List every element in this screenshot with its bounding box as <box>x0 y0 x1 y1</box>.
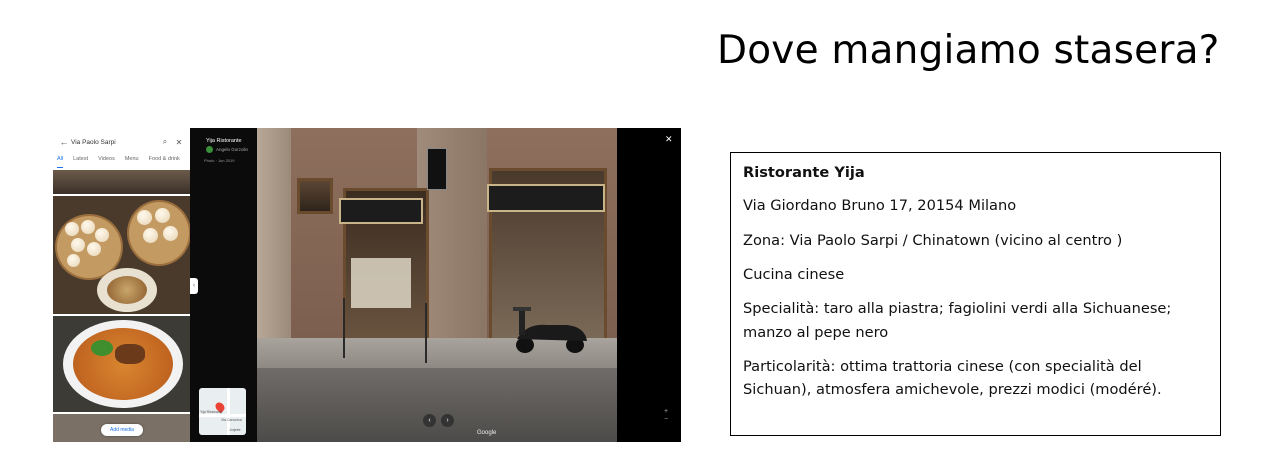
photos-panel: ← Via Paolo Sarpi ⌕ ✕ All Latest Videos … <box>53 128 190 442</box>
tab-videos[interactable]: Videos <box>98 156 115 168</box>
restaurant-name: Ristorante Yija <box>743 164 865 181</box>
slide-title: Dove mangiamo stasera? <box>717 28 1220 73</box>
viewer-right-margin <box>617 128 681 442</box>
place-panel: Yija Ristorante Angelo Gorzolin Photo · … <box>190 128 270 442</box>
mini-map[interactable]: Yija Ristorante Via Canonica Jurjeetr <box>199 388 246 435</box>
tab-food-drink[interactable]: Food & drink <box>149 156 180 168</box>
google-watermark: Google <box>477 430 497 436</box>
street-view-photo[interactable]: ‹ › Google <box>257 128 617 442</box>
close-icon[interactable]: ✕ <box>172 138 186 147</box>
map-label: Yija Ristorante <box>200 410 223 414</box>
close-viewer-icon[interactable]: ✕ <box>665 134 673 145</box>
restaurant-specialties: Specialità: taro alla piastra; fagiolini… <box>743 300 1172 341</box>
author-name[interactable]: Angelo Gorzolin <box>216 147 248 152</box>
restaurant-zone: Zona: Via Paolo Sarpi / Chinatown (vicin… <box>743 231 1123 249</box>
restaurant-address: Via Giordano Bruno 17, 20154 Milano <box>743 197 1017 215</box>
search-query[interactable]: Via Paolo Sarpi <box>71 139 158 146</box>
map-label: Via Canonica <box>221 418 242 422</box>
tab-latest[interactable]: Latest <box>73 156 88 168</box>
next-arrow-icon[interactable]: › <box>441 414 454 427</box>
restaurant-cuisine: Cucina cinese <box>743 266 845 284</box>
photo-date: Photo · Jun 2019 <box>204 158 235 163</box>
tab-menu[interactable]: Menu <box>125 156 139 168</box>
food-photo-dumplings[interactable] <box>53 196 190 314</box>
zoom-out-icon[interactable]: − <box>664 416 668 424</box>
photo-tabs: All Latest Videos Menu Food & drink <box>57 156 188 168</box>
author-row: Angelo Gorzolin <box>206 146 248 153</box>
tab-all[interactable]: All <box>57 156 64 168</box>
avatar <box>206 146 213 153</box>
add-media-button[interactable]: Add media <box>101 424 143 436</box>
maps-screenshot: ← Via Paolo Sarpi ⌕ ✕ All Latest Videos … <box>53 128 681 442</box>
prev-arrow-icon[interactable]: ‹ <box>423 414 436 427</box>
collapse-panel-button[interactable]: ‹ <box>190 278 198 294</box>
zoom-in-icon[interactable]: + <box>664 408 668 416</box>
search-icon[interactable]: ⌕ <box>158 137 172 147</box>
back-arrow-icon[interactable]: ← <box>57 137 71 147</box>
scooter-image <box>513 307 587 353</box>
food-photo[interactable] <box>53 170 190 194</box>
restaurant-features: Particolarità: ottima trattoria cinese (… <box>743 358 1162 399</box>
food-photo-noodles[interactable] <box>53 316 190 412</box>
place-name: Yija Ristorante <box>206 138 242 144</box>
map-label: Jurjeetr <box>229 428 241 432</box>
zoom-controls[interactable]: + − <box>664 408 668 424</box>
restaurant-info-box: Ristorante Yija Via Giordano Bruno 17, 2… <box>730 152 1221 436</box>
add-media-label: Add media <box>110 427 134 433</box>
search-bar[interactable]: ← Via Paolo Sarpi ⌕ ✕ <box>57 132 186 152</box>
